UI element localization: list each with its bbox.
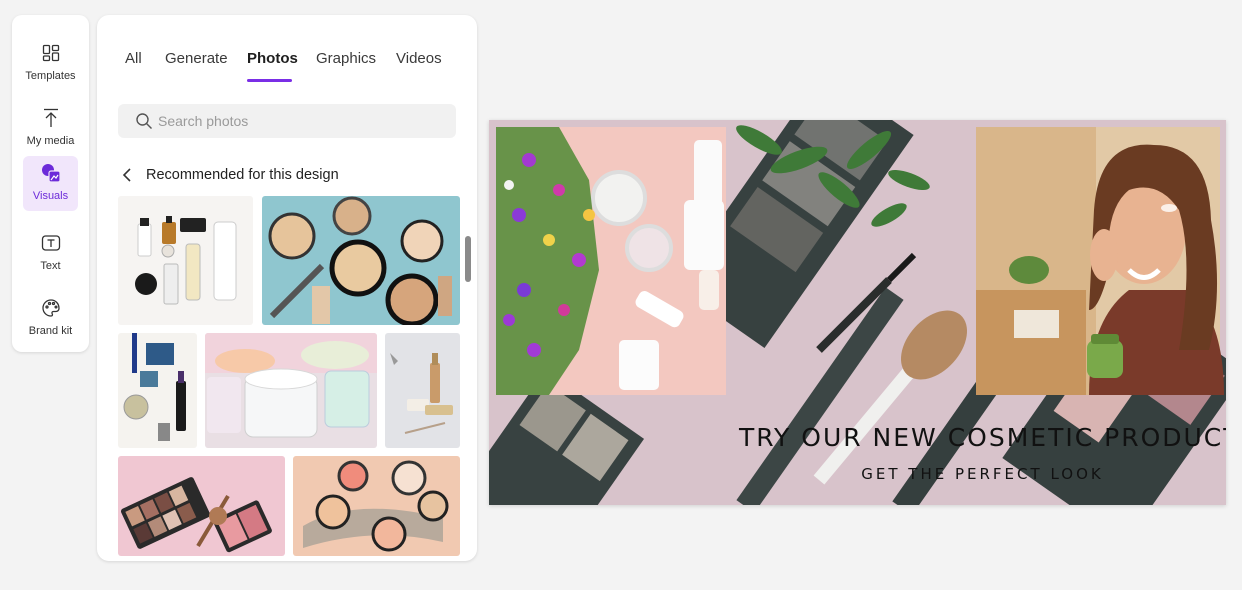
left-rail: Templates My media Visuals Text Brand ki…	[12, 15, 89, 352]
photo-thumbnail[interactable]	[262, 196, 460, 325]
visuals-icon	[40, 162, 62, 184]
visuals-panel: All Generate Photos Graphics Videos Reco…	[97, 15, 477, 561]
tab-all[interactable]: All	[125, 50, 142, 67]
rail-item-label: Text	[40, 260, 61, 272]
text-icon	[40, 232, 62, 254]
templates-icon	[40, 42, 62, 64]
rail-item-label: My media	[26, 135, 75, 147]
tab-photos[interactable]: Photos	[247, 50, 298, 67]
canvas-headline[interactable]: TRY OUR NEW COSMETIC PRODUCT	[489, 423, 1226, 452]
tab-videos[interactable]: Videos	[396, 50, 442, 67]
upload-icon	[40, 107, 62, 129]
search-icon	[136, 113, 152, 129]
rail-item-my-media[interactable]: My media	[23, 101, 78, 156]
palette-icon	[40, 297, 62, 319]
scrollbar-thumb[interactable]	[465, 236, 471, 282]
search-box	[118, 104, 456, 138]
back-chevron-icon[interactable]	[122, 165, 136, 185]
tab-bar: All Generate Photos Graphics Videos	[97, 15, 477, 95]
rail-item-templates[interactable]: Templates	[23, 36, 78, 91]
rail-item-text[interactable]: Text	[23, 226, 78, 281]
rail-item-brand-kit[interactable]: Brand kit	[23, 291, 78, 346]
photo-thumbnail[interactable]	[118, 196, 253, 325]
photo-thumbnail[interactable]	[293, 456, 460, 556]
photo-thumbnail[interactable]	[205, 333, 377, 448]
photo-thumbnail[interactable]	[118, 333, 197, 448]
photo-thumbnail[interactable]	[118, 456, 285, 556]
design-canvas[interactable]: TRY OUR NEW COSMETIC PRODUCT GET THE PER…	[489, 120, 1226, 505]
rail-item-label: Visuals	[32, 190, 69, 202]
tab-graphics[interactable]: Graphics	[316, 50, 376, 67]
rail-item-visuals[interactable]: Visuals	[23, 156, 78, 211]
rail-item-label: Templates	[25, 70, 76, 82]
section-title: Recommended for this design	[146, 167, 339, 183]
photo-thumbnail[interactable]	[385, 333, 460, 448]
search-input[interactable]	[158, 113, 438, 129]
tab-generate[interactable]: Generate	[165, 50, 228, 67]
active-tab-indicator	[247, 79, 292, 82]
section-header: Recommended for this design	[122, 165, 339, 185]
rail-item-label: Brand kit	[28, 325, 73, 337]
canvas-subheadline[interactable]: GET THE PERFECT LOOK	[489, 465, 1226, 483]
